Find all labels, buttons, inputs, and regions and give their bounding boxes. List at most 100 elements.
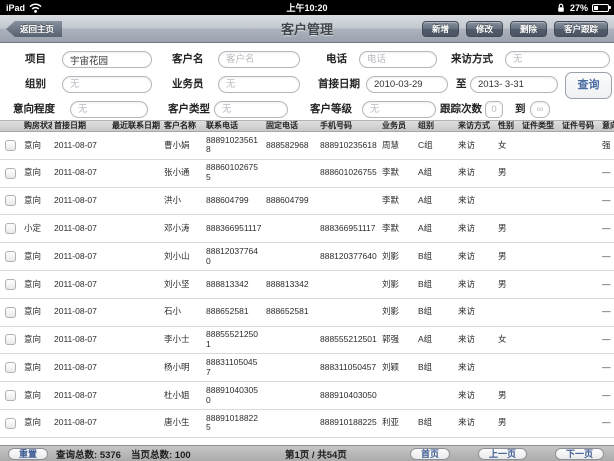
table-row[interactable]: 意向 2011-08-07 李小士 888555212501 888555212… xyxy=(0,327,614,355)
customer-level-input[interactable] xyxy=(362,101,436,118)
cell-intent: — xyxy=(600,418,614,428)
search-button[interactable]: 查询 xyxy=(565,72,612,99)
cell-name: 刘小山 xyxy=(162,252,204,262)
cell-status: 意向 xyxy=(22,391,52,401)
cell-fixed-phone: 888604799 xyxy=(264,196,318,206)
delete-button[interactable]: 删除 xyxy=(510,21,547,37)
cell-mobile: 888910188225 xyxy=(318,418,380,428)
cell-name: 石小 xyxy=(162,307,204,317)
phone-input[interactable] xyxy=(359,51,437,68)
cell-status: 意向 xyxy=(22,280,52,290)
table-header: 购房状态 首接日期 最近联系日期 客户名称 联系电话 固定电话 手机号码 业务员… xyxy=(0,120,614,132)
cell-name: 张小通 xyxy=(162,168,204,178)
table-row[interactable]: 意向 2011-08-07 洪小 888604799 888604799 李默 … xyxy=(0,188,614,216)
cell-mobile: 888601026755 xyxy=(318,168,380,178)
col-phone: 联系电话 xyxy=(204,121,264,131)
visit-type-input[interactable] xyxy=(505,51,610,68)
cell-name: 杨小明 xyxy=(162,363,204,373)
row-checkbox[interactable] xyxy=(5,362,16,373)
cell-phone: 888555212501 xyxy=(204,330,264,350)
track-count-label: 跟踪次数 xyxy=(440,101,482,118)
edit-button[interactable]: 修改 xyxy=(466,21,503,37)
group-label: 组别 xyxy=(25,76,46,93)
cell-gender: 男 xyxy=(496,280,520,290)
phone-label: 电话 xyxy=(326,51,347,68)
cell-status: 意向 xyxy=(22,307,52,317)
cell-agent: 李默 xyxy=(380,168,416,178)
track-count-to-input[interactable] xyxy=(530,101,550,118)
customer-type-input[interactable] xyxy=(214,101,288,118)
cell-status: 意向 xyxy=(22,168,52,178)
prev-page-button[interactable]: 上一页 xyxy=(478,448,527,460)
row-checkbox[interactable] xyxy=(5,140,16,151)
add-button[interactable]: 新增 xyxy=(422,21,459,37)
cell-intent: — xyxy=(600,168,614,178)
reset-button[interactable]: 重置 xyxy=(8,448,48,460)
table-row[interactable]: 意向 2011-08-07 曹小娟 888910235618 888582968… xyxy=(0,132,614,160)
project-input[interactable] xyxy=(62,51,152,68)
row-checkbox[interactable] xyxy=(5,223,16,234)
cell-first-date: 2011-08-07 xyxy=(52,307,110,317)
cell-gender: 女 xyxy=(496,335,520,345)
col-agent: 业务员 xyxy=(380,121,416,131)
cell-first-date: 2011-08-07 xyxy=(52,363,110,373)
cell-group: A组 xyxy=(416,196,456,206)
query-total: 查询总数: 5376 xyxy=(56,447,121,461)
status-bar: iPad 上午10:20 27% xyxy=(0,0,614,15)
group-input[interactable] xyxy=(62,76,152,93)
first-date-to-input[interactable] xyxy=(470,76,558,93)
table-row[interactable]: 意向 2011-08-07 杨小明 888311050457 888311050… xyxy=(0,354,614,382)
track-count-from-input[interactable] xyxy=(485,101,503,118)
cell-intent: — xyxy=(600,363,614,373)
row-checkbox[interactable] xyxy=(5,390,16,401)
next-page-button[interactable]: 下一页 xyxy=(555,448,604,460)
cell-gender: 男 xyxy=(496,252,520,262)
table-row[interactable]: 意向 2011-08-07 刘小坚 888813342 888813342 刘影… xyxy=(0,271,614,299)
row-checkbox[interactable] xyxy=(5,251,16,262)
cell-mobile: 888120377640 xyxy=(318,252,380,262)
row-checkbox[interactable] xyxy=(5,307,16,318)
clock: 上午10:20 xyxy=(0,1,614,14)
table-row[interactable]: 意向 2011-08-07 唐小生 888910188225 888910188… xyxy=(0,410,614,438)
cell-group: B组 xyxy=(416,280,456,290)
cell-intent: — xyxy=(600,224,614,234)
cell-phone: 888311050457 xyxy=(204,358,264,378)
customer-name-input[interactable] xyxy=(218,51,300,68)
cell-gender: 男 xyxy=(496,391,520,401)
cell-name: 曹小娟 xyxy=(162,141,204,151)
cell-visit-type: 来访 xyxy=(456,418,496,428)
page-total: 当页总数: 100 xyxy=(131,447,191,461)
col-intent: 意向程度 xyxy=(600,121,614,131)
first-date-label: 首接日期 xyxy=(318,76,360,93)
row-checkbox[interactable] xyxy=(5,168,16,179)
first-page-button[interactable]: 首页 xyxy=(410,448,450,460)
battery-percent: 27% xyxy=(570,3,588,13)
cell-first-date: 2011-08-07 xyxy=(52,224,110,234)
cell-fixed-phone: 888813342 xyxy=(264,280,318,290)
table-row[interactable]: 意向 2011-08-07 李小光 888514690 888514690 刘影… xyxy=(0,438,614,445)
wifi-icon xyxy=(29,3,42,13)
table-row[interactable]: 小定 2011-08-07 邓小涛 888366951117 888366951… xyxy=(0,215,614,243)
table-row[interactable]: 意向 2011-08-07 杜小姐 888910403050 888910403… xyxy=(0,382,614,410)
row-checkbox[interactable] xyxy=(5,279,16,290)
table-row[interactable]: 意向 2011-08-07 张小通 888601026755 888601026… xyxy=(0,160,614,188)
cell-visit-type: 来访 xyxy=(456,363,496,373)
customer-type-label: 客户类型 xyxy=(168,101,210,118)
first-date-from-input[interactable] xyxy=(366,76,448,93)
agent-input[interactable] xyxy=(218,76,300,93)
row-checkbox[interactable] xyxy=(5,334,16,345)
cell-name: 洪小 xyxy=(162,196,204,206)
col-name: 客户名称 xyxy=(162,121,204,131)
rotation-lock-icon xyxy=(556,3,566,13)
col-status: 购房状态 xyxy=(22,121,52,131)
cell-visit-type: 来访 xyxy=(456,224,496,234)
table-row[interactable]: 意向 2011-08-07 刘小山 888120377640 888120377… xyxy=(0,243,614,271)
cell-first-date: 2011-08-07 xyxy=(52,335,110,345)
table-row[interactable]: 意向 2011-08-07 石小 888652581 888652581 刘影 … xyxy=(0,299,614,327)
intent-input[interactable] xyxy=(70,101,148,118)
cell-name: 邓小涛 xyxy=(162,224,204,234)
row-checkbox[interactable] xyxy=(5,418,16,429)
cell-first-date: 2011-08-07 xyxy=(52,141,110,151)
row-checkbox[interactable] xyxy=(5,195,16,206)
track-customer-button[interactable]: 客户跟踪 xyxy=(554,21,608,37)
